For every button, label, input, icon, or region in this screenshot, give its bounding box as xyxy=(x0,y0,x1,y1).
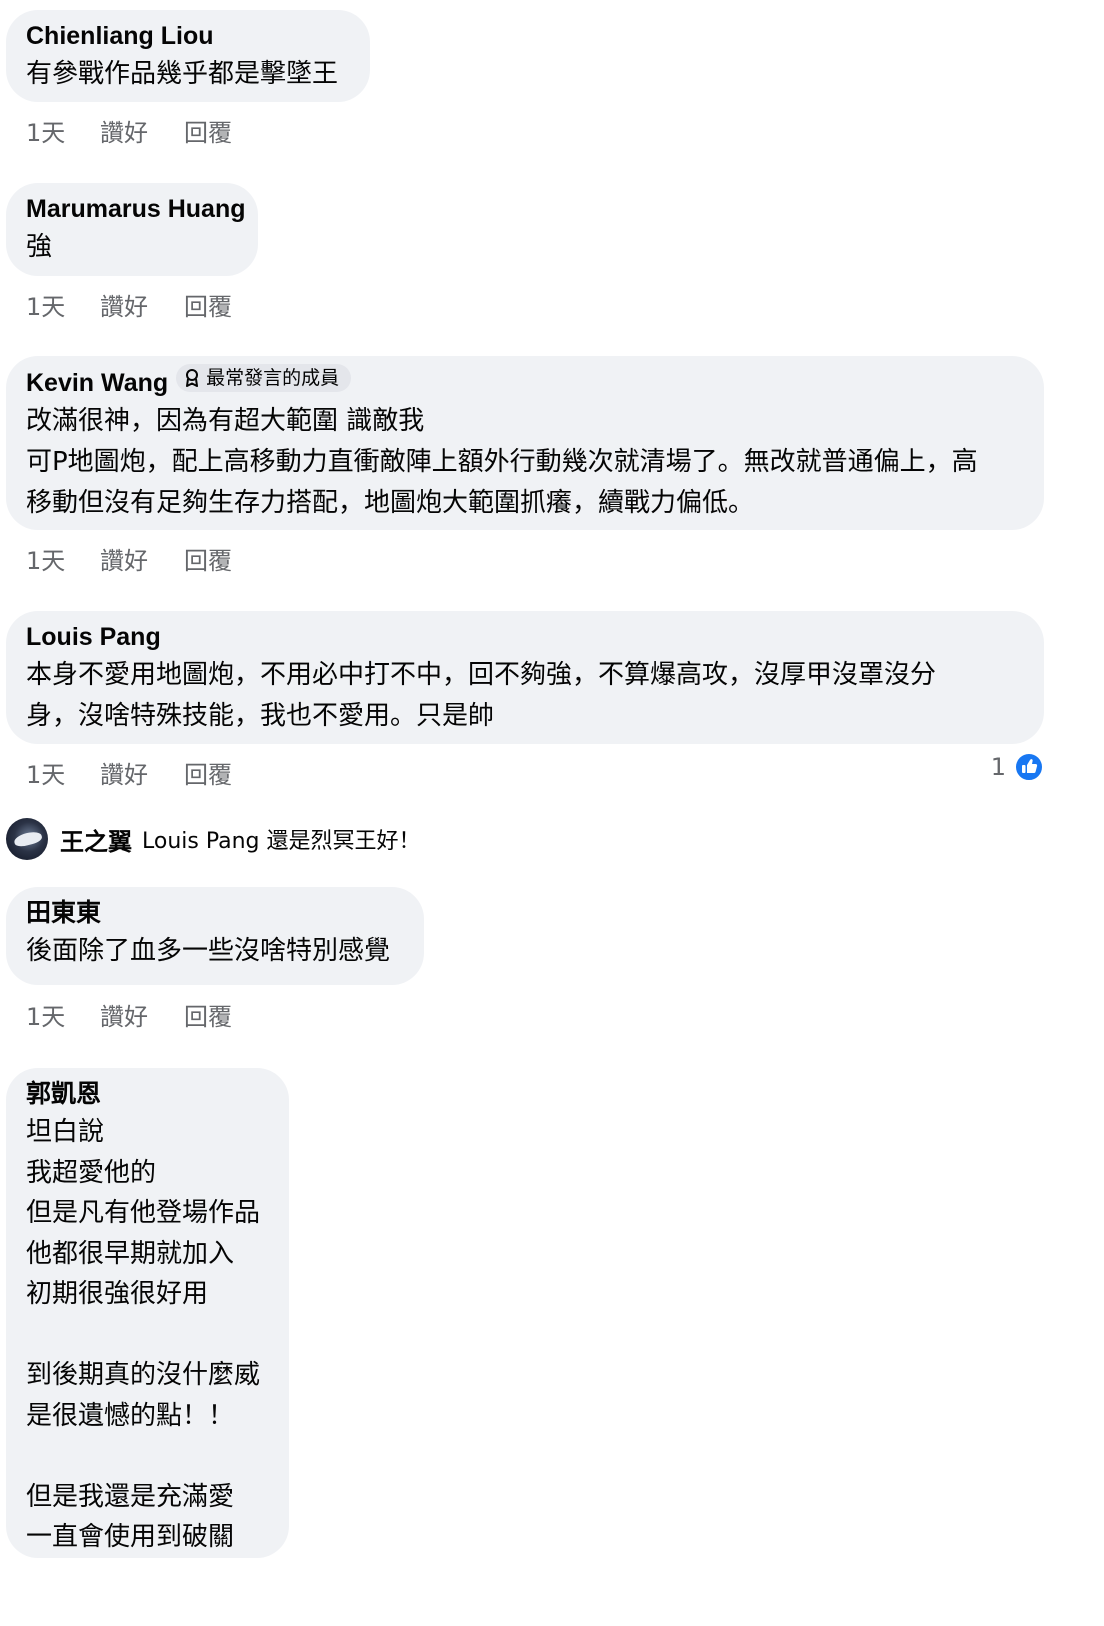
like-button[interactable]: 讚好 xyxy=(100,116,184,150)
comment-author[interactable]: 田東東 xyxy=(26,895,404,931)
comment-bubble: 田東東 後面除了血多一些沒啥特別感覺 xyxy=(6,887,424,985)
like-button[interactable]: 讚好 xyxy=(100,1000,184,1034)
comment-actions: 1天 讚好 回覆 xyxy=(26,290,232,324)
comment-author[interactable]: 郭凱恩 xyxy=(26,1076,269,1112)
reply-button[interactable]: 回覆 xyxy=(184,116,232,150)
comment-timestamp[interactable]: 1天 xyxy=(26,116,100,150)
comment-timestamp[interactable]: 1天 xyxy=(26,758,100,792)
like-icon xyxy=(1014,752,1044,782)
top-contributor-badge[interactable]: 最常發言的成員 xyxy=(176,364,352,392)
comment-timestamp[interactable]: 1天 xyxy=(26,1000,100,1034)
reply-preview[interactable]: 王之翼 Louis Pang 還是烈冥王好！ xyxy=(6,817,421,861)
reaction-summary[interactable]: 1 xyxy=(991,752,1044,782)
comment-author[interactable]: Louis Pang xyxy=(26,619,1024,655)
avatar[interactable] xyxy=(6,818,48,860)
comment-text: 本身不愛用地圖炮，不用必中打不中，回不夠強，不算爆高攻，沒厚甲沒罩沒分 身，沒啥… xyxy=(26,660,937,731)
comment-actions: 1天 讚好 回覆 xyxy=(26,544,232,578)
comment-text: 強 xyxy=(26,232,53,262)
reply-button[interactable]: 回覆 xyxy=(184,758,232,792)
comment-author-row: Kevin Wang 最常發言的成員 xyxy=(26,364,1024,401)
reply-button[interactable]: 回覆 xyxy=(184,290,232,324)
comment-timestamp[interactable]: 1天 xyxy=(26,544,100,578)
badge-icon xyxy=(186,369,199,387)
comment-author[interactable]: Chienliang Liou xyxy=(26,18,350,54)
comment-bubble: Chienliang Liou 有參戰作品幾乎都是擊墜王 xyxy=(6,10,370,102)
comment-author[interactable]: Marumarus Huang xyxy=(26,191,245,227)
reply-button[interactable]: 回覆 xyxy=(184,544,232,578)
badge-label: 最常發言的成員 xyxy=(206,367,340,389)
comment-author[interactable]: Kevin Wang xyxy=(26,369,168,397)
reply-author[interactable]: 王之翼 xyxy=(60,822,132,857)
like-button[interactable]: 讚好 xyxy=(100,290,184,324)
reaction-count: 1 xyxy=(990,753,1006,781)
comment-actions: 1天 讚好 回覆 xyxy=(26,758,232,792)
comment-text: 有參戰作品幾乎都是擊墜王 xyxy=(26,59,339,89)
comment-text: 坦白說 我超愛他的 但是凡有他登場作品 他都很早期就加入 初期很強很好用 到後期… xyxy=(26,1117,261,1552)
comment-actions: 1天 讚好 回覆 xyxy=(26,116,232,150)
comment-timestamp[interactable]: 1天 xyxy=(26,290,100,324)
like-button[interactable]: 讚好 xyxy=(100,758,184,792)
comment-bubble: Louis Pang 本身不愛用地圖炮，不用必中打不中，回不夠強，不算爆高攻，沒… xyxy=(6,611,1044,744)
reply-button[interactable]: 回覆 xyxy=(184,1000,232,1034)
comment-actions: 1天 讚好 回覆 xyxy=(26,1000,232,1034)
comment-text: 後面除了血多一些沒啥特別感覺 xyxy=(26,936,391,966)
comment-bubble: Kevin Wang 最常發言的成員 改滿很神，因為有超大範圍 識敵我 可P地圖炮… xyxy=(6,356,1044,530)
reply-snippet: Louis Pang 還是烈冥王好！ xyxy=(142,829,421,854)
comment-text: 改滿很神，因為有超大範圍 識敵我 可P地圖炮，配上高移動力直衝敵陣上額外行動幾次… xyxy=(26,406,978,518)
like-button[interactable]: 讚好 xyxy=(100,544,184,578)
comment-bubble: 郭凱恩 坦白說 我超愛他的 但是凡有他登場作品 他都很早期就加入 初期很強很好用… xyxy=(6,1068,289,1558)
comment-bubble: Marumarus Huang 強 xyxy=(6,183,258,276)
